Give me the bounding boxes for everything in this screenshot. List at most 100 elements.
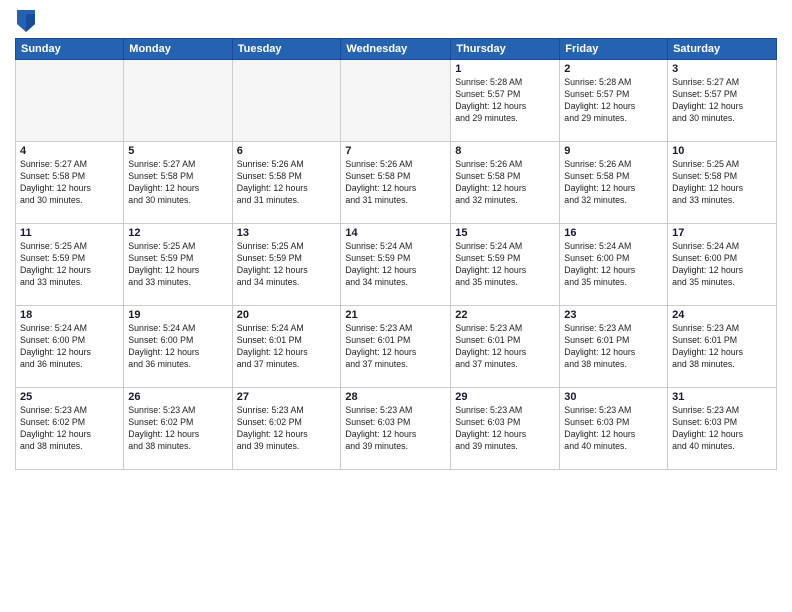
logo xyxy=(15,10,39,32)
page: SundayMondayTuesdayWednesdayThursdayFrid… xyxy=(0,0,792,612)
day-info: Sunrise: 5:23 AM Sunset: 6:01 PM Dayligh… xyxy=(345,323,446,371)
weekday-header-monday: Monday xyxy=(124,39,232,60)
day-number: 11 xyxy=(20,227,119,239)
calendar-cell: 27 Sunrise: 5:23 AM Sunset: 6:02 PM Dayli… xyxy=(232,388,341,470)
day-number: 28 xyxy=(345,391,446,403)
day-number: 9 xyxy=(564,145,663,157)
calendar-cell: 11 Sunrise: 5:25 AM Sunset: 5:59 PM Dayli… xyxy=(16,224,124,306)
calendar-cell: 3 Sunrise: 5:27 AM Sunset: 5:57 PM Daylig… xyxy=(668,60,777,142)
day-info: Sunrise: 5:24 AM Sunset: 6:01 PM Dayligh… xyxy=(237,323,337,371)
day-info: Sunrise: 5:23 AM Sunset: 6:02 PM Dayligh… xyxy=(128,405,227,453)
weekday-header-wednesday: Wednesday xyxy=(341,39,451,60)
calendar-cell xyxy=(16,60,124,142)
day-info: Sunrise: 5:24 AM Sunset: 5:59 PM Dayligh… xyxy=(455,241,555,289)
day-number: 7 xyxy=(345,145,446,157)
weekday-header-row: SundayMondayTuesdayWednesdayThursdayFrid… xyxy=(16,39,777,60)
day-info: Sunrise: 5:24 AM Sunset: 6:00 PM Dayligh… xyxy=(20,323,119,371)
day-info: Sunrise: 5:23 AM Sunset: 6:01 PM Dayligh… xyxy=(672,323,772,371)
calendar-cell: 31Sunrise: 5:23 AM Sunset: 6:03 PM Dayli… xyxy=(668,388,777,470)
day-info: Sunrise: 5:26 AM Sunset: 5:58 PM Dayligh… xyxy=(564,159,663,207)
calendar-cell xyxy=(232,60,341,142)
calendar-cell: 22 Sunrise: 5:23 AM Sunset: 6:01 PM Dayli… xyxy=(451,306,560,388)
day-number: 15 xyxy=(455,227,555,239)
day-number: 23 xyxy=(564,309,663,321)
day-number: 13 xyxy=(237,227,337,239)
day-info: Sunrise: 5:23 AM Sunset: 6:02 PM Dayligh… xyxy=(237,405,337,453)
day-info: Sunrise: 5:23 AM Sunset: 6:01 PM Dayligh… xyxy=(455,323,555,371)
calendar-cell: 26 Sunrise: 5:23 AM Sunset: 6:02 PM Dayli… xyxy=(124,388,232,470)
calendar-cell: 1 Sunrise: 5:28 AM Sunset: 5:57 PM Daylig… xyxy=(451,60,560,142)
day-info: Sunrise: 5:23 AM Sunset: 6:01 PM Dayligh… xyxy=(564,323,663,371)
calendar-cell: 20 Sunrise: 5:24 AM Sunset: 6:01 PM Dayli… xyxy=(232,306,341,388)
day-info: Sunrise: 5:27 AM Sunset: 5:57 PM Dayligh… xyxy=(672,77,772,125)
calendar-cell: 19 Sunrise: 5:24 AM Sunset: 6:00 PM Dayli… xyxy=(124,306,232,388)
day-number: 20 xyxy=(237,309,337,321)
day-info: Sunrise: 5:23 AM Sunset: 6:03 PM Dayligh… xyxy=(455,405,555,453)
day-number: 12 xyxy=(128,227,227,239)
day-number: 14 xyxy=(345,227,446,239)
day-info: Sunrise: 5:25 AM Sunset: 5:59 PM Dayligh… xyxy=(128,241,227,289)
day-number: 17 xyxy=(672,227,772,239)
calendar-cell: 6 Sunrise: 5:26 AM Sunset: 5:58 PM Daylig… xyxy=(232,142,341,224)
week-row-3: 11 Sunrise: 5:25 AM Sunset: 5:59 PM Dayli… xyxy=(16,224,777,306)
calendar-cell xyxy=(341,60,451,142)
day-info: Sunrise: 5:24 AM Sunset: 6:00 PM Dayligh… xyxy=(564,241,663,289)
day-info: Sunrise: 5:26 AM Sunset: 5:58 PM Dayligh… xyxy=(237,159,337,207)
calendar-cell: 14 Sunrise: 5:24 AM Sunset: 5:59 PM Dayli… xyxy=(341,224,451,306)
day-info: Sunrise: 5:24 AM Sunset: 5:59 PM Dayligh… xyxy=(345,241,446,289)
day-info: Sunrise: 5:23 AM Sunset: 6:02 PM Dayligh… xyxy=(20,405,119,453)
day-info: Sunrise: 5:27 AM Sunset: 5:58 PM Dayligh… xyxy=(20,159,119,207)
calendar-cell: 28 Sunrise: 5:23 AM Sunset: 6:03 PM Dayli… xyxy=(341,388,451,470)
day-number: 3 xyxy=(672,63,772,75)
calendar-cell: 23 Sunrise: 5:23 AM Sunset: 6:01 PM Dayli… xyxy=(560,306,668,388)
day-number: 27 xyxy=(237,391,337,403)
day-number: 19 xyxy=(128,309,227,321)
day-info: Sunrise: 5:26 AM Sunset: 5:58 PM Dayligh… xyxy=(455,159,555,207)
day-number: 29 xyxy=(455,391,555,403)
day-number: 6 xyxy=(237,145,337,157)
day-info: Sunrise: 5:25 AM Sunset: 5:59 PM Dayligh… xyxy=(237,241,337,289)
day-info: Sunrise: 5:28 AM Sunset: 5:57 PM Dayligh… xyxy=(564,77,663,125)
day-number: 5 xyxy=(128,145,227,157)
calendar-cell: 4Sunrise: 5:27 AM Sunset: 5:58 PM Daylig… xyxy=(16,142,124,224)
day-info: Sunrise: 5:23 AM Sunset: 6:03 PM Dayligh… xyxy=(345,405,446,453)
week-row-4: 18Sunrise: 5:24 AM Sunset: 6:00 PM Dayli… xyxy=(16,306,777,388)
weekday-header-tuesday: Tuesday xyxy=(232,39,341,60)
calendar-cell: 21 Sunrise: 5:23 AM Sunset: 6:01 PM Dayli… xyxy=(341,306,451,388)
day-number: 21 xyxy=(345,309,446,321)
week-row-5: 25 Sunrise: 5:23 AM Sunset: 6:02 PM Dayli… xyxy=(16,388,777,470)
calendar-cell: 12 Sunrise: 5:25 AM Sunset: 5:59 PM Dayli… xyxy=(124,224,232,306)
calendar-cell: 2 Sunrise: 5:28 AM Sunset: 5:57 PM Daylig… xyxy=(560,60,668,142)
calendar-cell: 25 Sunrise: 5:23 AM Sunset: 6:02 PM Dayli… xyxy=(16,388,124,470)
calendar-cell: 13 Sunrise: 5:25 AM Sunset: 5:59 PM Dayli… xyxy=(232,224,341,306)
day-number: 24 xyxy=(672,309,772,321)
calendar-cell: 8 Sunrise: 5:26 AM Sunset: 5:58 PM Daylig… xyxy=(451,142,560,224)
day-number: 16 xyxy=(564,227,663,239)
week-row-1: 1 Sunrise: 5:28 AM Sunset: 5:57 PM Daylig… xyxy=(16,60,777,142)
calendar-cell: 18Sunrise: 5:24 AM Sunset: 6:00 PM Dayli… xyxy=(16,306,124,388)
calendar-table: SundayMondayTuesdayWednesdayThursdayFrid… xyxy=(15,38,777,470)
calendar-cell: 24 Sunrise: 5:23 AM Sunset: 6:01 PM Dayli… xyxy=(668,306,777,388)
day-number: 26 xyxy=(128,391,227,403)
weekday-header-friday: Friday xyxy=(560,39,668,60)
day-number: 2 xyxy=(564,63,663,75)
day-number: 1 xyxy=(455,63,555,75)
calendar-cell: 16 Sunrise: 5:24 AM Sunset: 6:00 PM Dayli… xyxy=(560,224,668,306)
calendar-cell xyxy=(124,60,232,142)
day-info: Sunrise: 5:28 AM Sunset: 5:57 PM Dayligh… xyxy=(455,77,555,125)
day-number: 30 xyxy=(564,391,663,403)
calendar-cell: 9 Sunrise: 5:26 AM Sunset: 5:58 PM Daylig… xyxy=(560,142,668,224)
weekday-header-thursday: Thursday xyxy=(451,39,560,60)
day-number: 22 xyxy=(455,309,555,321)
day-info: Sunrise: 5:25 AM Sunset: 5:59 PM Dayligh… xyxy=(20,241,119,289)
day-number: 8 xyxy=(455,145,555,157)
calendar-cell: 17 Sunrise: 5:24 AM Sunset: 6:00 PM Dayli… xyxy=(668,224,777,306)
day-info: Sunrise: 5:24 AM Sunset: 6:00 PM Dayligh… xyxy=(672,241,772,289)
weekday-header-sunday: Sunday xyxy=(16,39,124,60)
header xyxy=(15,10,777,32)
week-row-2: 4Sunrise: 5:27 AM Sunset: 5:58 PM Daylig… xyxy=(16,142,777,224)
calendar-cell: 29 Sunrise: 5:23 AM Sunset: 6:03 PM Dayli… xyxy=(451,388,560,470)
day-number: 25 xyxy=(20,391,119,403)
day-info: Sunrise: 5:26 AM Sunset: 5:58 PM Dayligh… xyxy=(345,159,446,207)
day-info: Sunrise: 5:24 AM Sunset: 6:00 PM Dayligh… xyxy=(128,323,227,371)
